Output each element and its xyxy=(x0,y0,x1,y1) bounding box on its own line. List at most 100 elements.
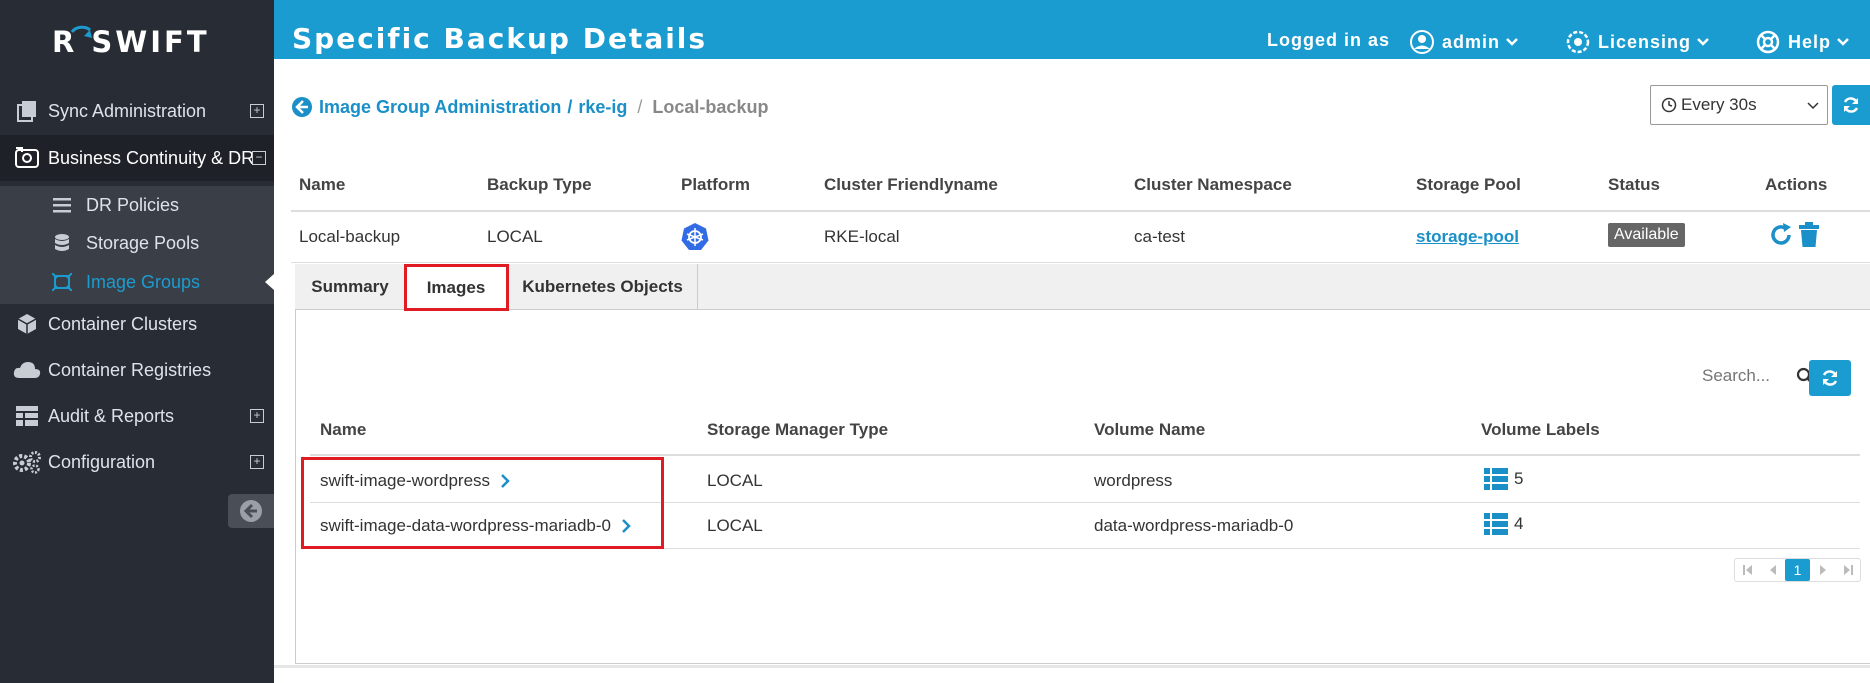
cluster-namespace: ca-test xyxy=(1134,227,1186,246)
column-header-volume-name: Volume Name xyxy=(1094,420,1206,439)
sidebar-item-configuration[interactable]: Configuration + xyxy=(0,439,274,485)
images-refresh-button[interactable] xyxy=(1809,360,1851,396)
header-divider xyxy=(291,210,1870,212)
page-number-button[interactable]: 1 xyxy=(1785,559,1810,581)
sidebar-item-audit-reports[interactable]: Audit & Reports + xyxy=(0,393,274,439)
image-name: swift-image-data-wordpress-mariadb-0 xyxy=(320,516,611,535)
backup-type: LOCAL xyxy=(487,227,543,246)
brand-logo[interactable]: R SWIFT xyxy=(52,22,210,62)
logged-in-text: Logged in as xyxy=(1267,30,1391,50)
lifebuoy-icon xyxy=(1756,30,1780,54)
collapse-sidebar-button[interactable] xyxy=(228,494,274,528)
breadcrumb-parent-link[interactable]: Image Group Administration xyxy=(319,97,561,118)
breadcrumb: Image Group Administration / rke-ig / Lo… xyxy=(291,96,768,118)
sidebar-item-sync-administration[interactable]: Sync Administration + xyxy=(0,88,274,134)
sidebar-subitem-storage-pools[interactable]: Storage Pools xyxy=(0,224,274,262)
sidebar-item-business-continuity[interactable]: Business Continuity & DR − xyxy=(0,135,274,181)
first-page-button[interactable] xyxy=(1735,559,1760,581)
database-icon xyxy=(50,233,74,253)
panel-bottom-border xyxy=(274,665,1870,668)
list-icon xyxy=(50,197,74,213)
column-header-status: Status xyxy=(1608,175,1660,194)
kubernetes-icon xyxy=(681,222,709,255)
page-title: Specific Backup Details xyxy=(292,22,708,55)
status-badge: Available xyxy=(1608,223,1685,247)
help-menu[interactable]: Help xyxy=(1756,30,1857,54)
image-name-link[interactable]: swift-image-wordpress xyxy=(320,471,510,491)
restore-action-button[interactable] xyxy=(1768,222,1794,253)
breadcrumb-group-link[interactable]: rke-ig xyxy=(578,97,627,118)
sidebar: R SWIFT Sync Administration + Business C… xyxy=(0,0,274,683)
column-header-name: Name xyxy=(320,420,367,439)
sidebar-subitem-image-groups[interactable]: Image Groups xyxy=(0,263,274,301)
sidebar-item-container-registries[interactable]: Container Registries xyxy=(0,347,274,393)
refresh-interval-select[interactable]: Every 30s xyxy=(1650,85,1828,125)
table-icon xyxy=(12,404,42,428)
collapse-icon[interactable]: − xyxy=(252,151,266,165)
volume-labels-button[interactable]: 4 xyxy=(1484,513,1523,535)
sidebar-subitem-dr-policies[interactable]: DR Policies xyxy=(0,186,274,224)
column-header-storage-pool: Storage Pool xyxy=(1416,175,1521,194)
image-name-link[interactable]: swift-image-data-wordpress-mariadb-0 xyxy=(320,516,631,536)
volume-labels-count: 4 xyxy=(1514,514,1524,533)
chevron-down-icon xyxy=(1506,38,1518,46)
backup-name: Local-backup xyxy=(299,227,401,246)
last-page-icon xyxy=(1843,565,1853,575)
sidebar-item-label: Business Continuity & DR xyxy=(48,147,255,168)
sidebar-submenu: DR Policies Storage Pools Image Groups xyxy=(0,186,274,304)
next-page-icon xyxy=(1819,565,1826,575)
sidebar-item-container-clusters[interactable]: Container Clusters xyxy=(0,301,274,347)
tab-kubernetes-objects[interactable]: Kubernetes Objects xyxy=(508,264,698,310)
trash-icon xyxy=(1799,222,1819,247)
gears-icon xyxy=(12,450,42,474)
expand-icon[interactable]: + xyxy=(250,104,264,118)
next-page-button[interactable] xyxy=(1810,559,1835,581)
volume-labels-button[interactable]: 5 xyxy=(1484,468,1523,490)
back-arrow-icon[interactable] xyxy=(291,96,313,118)
image-name: swift-image-wordpress xyxy=(320,471,491,490)
sidebar-item-label: Audit & Reports xyxy=(48,405,175,426)
list-icon xyxy=(1484,513,1508,535)
sidebar-item-label: Container Registries xyxy=(48,359,212,380)
tab-summary[interactable]: Summary xyxy=(296,264,404,310)
prev-page-button[interactable] xyxy=(1760,559,1785,581)
breadcrumb-separator: / xyxy=(637,96,643,117)
breadcrumb-current: Local-backup xyxy=(652,96,769,117)
sidebar-item-label: Configuration xyxy=(48,451,156,472)
search-area xyxy=(1700,365,1814,387)
cube-icon xyxy=(12,312,42,336)
chevron-down-icon xyxy=(1697,38,1709,46)
volume-labels-count: 5 xyxy=(1514,469,1524,488)
restore-icon xyxy=(1771,223,1791,245)
tab-images[interactable]: Images xyxy=(404,264,508,311)
logo-text: SWIFT xyxy=(91,25,210,59)
delete-action-button[interactable] xyxy=(1798,222,1820,253)
row-divider xyxy=(310,548,1860,549)
licensing-menu[interactable]: Licensing xyxy=(1566,30,1717,54)
chevron-right-icon xyxy=(501,474,510,488)
expand-icon[interactable]: + xyxy=(250,455,264,469)
storage-manager-type: LOCAL xyxy=(707,516,763,535)
sidebar-item-label: Sync Administration xyxy=(48,100,207,121)
prev-page-icon xyxy=(1769,565,1776,575)
user-icon xyxy=(1410,30,1434,54)
last-page-button[interactable] xyxy=(1835,559,1860,581)
refresh-icon xyxy=(1822,370,1838,386)
cluster-friendlyname: RKE-local xyxy=(824,227,900,246)
chevron-down-icon xyxy=(1837,38,1849,46)
sidebar-subitem-label: DR Policies xyxy=(86,194,180,215)
storage-manager-type: LOCAL xyxy=(707,471,763,490)
page-refresh-button[interactable] xyxy=(1832,85,1870,125)
chevron-right-icon xyxy=(622,519,631,533)
column-header-cluster-friendlyname: Cluster Friendlyname xyxy=(824,175,998,194)
expand-icon[interactable]: + xyxy=(250,409,264,423)
logged-in-label: Logged in as xyxy=(1267,30,1390,51)
volume-name: data-wordpress-mariadb-0 xyxy=(1094,516,1294,535)
row-divider xyxy=(310,502,1860,503)
search-input[interactable] xyxy=(1700,365,1790,387)
user-menu[interactable]: admin xyxy=(1410,30,1526,54)
sidebar-subitem-label: Storage Pools xyxy=(86,232,200,253)
storage-pool-link[interactable]: storage-pool xyxy=(1416,227,1519,247)
cloud-icon xyxy=(12,358,42,382)
copy-icon xyxy=(12,99,42,123)
